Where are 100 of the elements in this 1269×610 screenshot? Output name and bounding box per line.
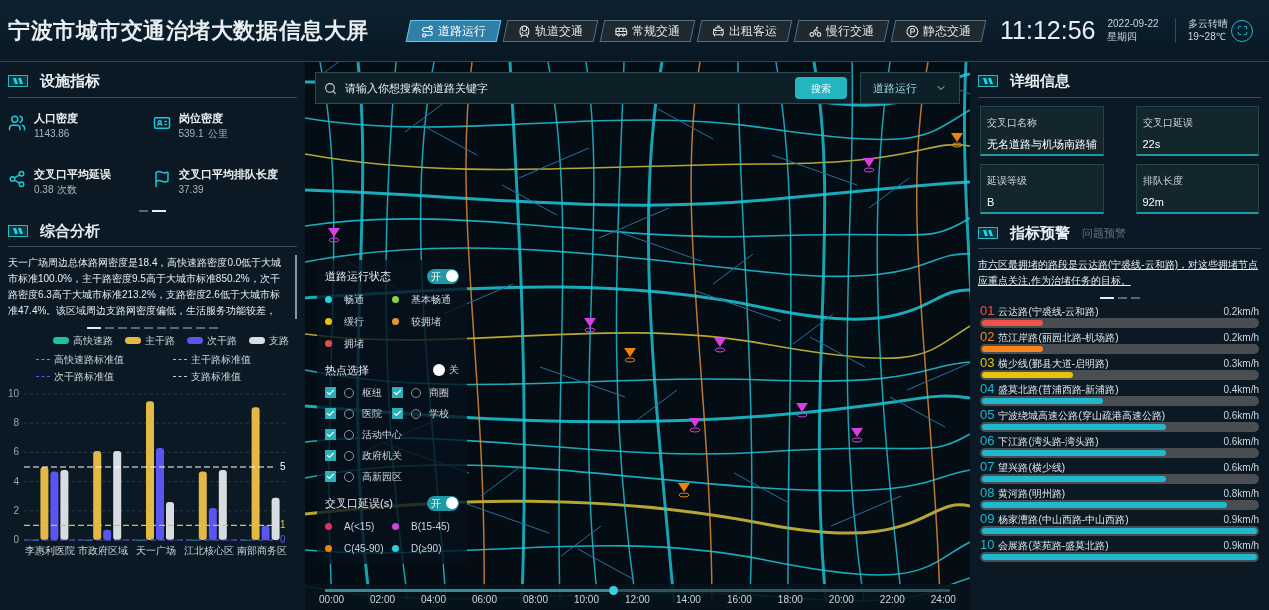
y-tick-label: 8 [13,417,19,429]
time-label: 16:00 [726,595,752,605]
hotspot-label: 学校 [429,407,449,421]
road-name: 会展路(菜苑路-盛莫北路) [998,541,1109,551]
speed-value: 0.6km/h [1223,411,1259,421]
rank-number: 08 [980,486,995,499]
y-tick-label: 4 [13,475,19,487]
speed-value: 0.3km/h [1223,359,1259,369]
hotspot-label: 活动中心 [362,428,402,442]
road-name: 杨家漕路(中山西路-中山西路) [998,515,1129,525]
x-axis-label: 市政府区域 [78,545,129,556]
metric-unit: 公里 [207,127,228,141]
time-label: 24:00 [930,595,956,605]
speed-value: 0.4km/h [1223,385,1259,395]
temperature-text: 19~28℃ [1187,30,1227,43]
speed-value: 0.6km/h [1223,463,1259,473]
reference-line: 5 [23,461,286,472]
speed-value: 0.2km/h [1223,333,1259,343]
delay-label: C(45-90) [344,541,384,556]
legend-title: 热点选择 [325,362,369,378]
delay-label: D(≥90) [411,541,442,556]
speed-value: 0.8km/h [1223,489,1259,499]
hotspot-label: 医院 [362,407,382,421]
metric-unit: 次数 [57,183,78,197]
page-title: 宁波市城市交通治堵大数据信息大屏 [8,17,370,45]
time-label: 10:00 [573,595,599,605]
date-text: 2022-09-22 [1107,18,1159,31]
legend-title: 交叉口延误(s) [325,496,393,511]
metric-value: 37.39 [178,183,204,197]
legend-label: 高快速路 [73,334,113,348]
road-name: 宁波绕城高速公路(穿山疏港高速公路) [998,411,1166,421]
delay-label: A(<15) [344,519,375,534]
reference-line: 1 [23,519,286,531]
legend-label: 次干路标准值 [54,370,114,384]
section-title: 设施指标 [40,71,100,91]
speed-value: 0.9km/h [1223,541,1259,551]
ref-line-label: 0 [280,534,286,545]
y-tick-label: 0 [13,534,19,545]
status-label: 基本畅通 [411,292,451,307]
rank-number: 05 [980,408,995,421]
status-label: 较拥堵 [411,314,441,329]
section-title: 综合分析 [40,220,100,241]
metric-value: 0.38 [34,183,54,197]
rank-number: 03 [980,356,995,369]
legend-label: 主干路标准值 [190,353,251,367]
road-name: 黄河路(明州路) [998,489,1066,499]
warning-paragraph: 市六区最拥堵的路段是云达路(宁裘线-云和路)，对这些拥堵节点应重点关注,作为治堵任务的目标。 [978,258,1259,288]
legend-label: 支路 [269,334,289,348]
detail-label: 交叉口延误 [1142,115,1194,130]
road-name: 横少线(鄞县大道-启明路) [998,359,1109,369]
x-axis-label: 江北核心区 [183,545,234,556]
metric-label: 交叉口平均排队长度 [178,166,278,182]
rank-number: 01 [980,304,995,317]
time-label: 04:00 [420,595,446,605]
legend-label: 主干路 [145,334,175,348]
time-label: 18:00 [777,595,803,605]
rank-number: 04 [980,382,995,395]
x-axis-label: 李惠利医院 [25,545,76,556]
y-tick-label: 10 [7,388,19,399]
weekday-text: 星期四 [1107,30,1139,43]
speed-value: 0.6km/h [1223,437,1259,447]
detail-label: 排队长度 [1142,173,1184,188]
hotspot-label: 高新园区 [362,470,402,484]
y-tick-label: 6 [13,446,19,458]
delay-label: B(15-45) [411,519,450,534]
legend-label: 次干路 [207,334,237,348]
status-label: 畅通 [344,292,364,307]
ref-line-label: 5 [280,461,286,472]
detail-value: 无名道路与机场南路辅 [987,136,1097,152]
rank-number: 10 [980,538,995,551]
road-name: 盛莫北路(苜浦西路-新浦路) [998,385,1119,395]
x-axis-label: 天一广场 [136,545,176,556]
x-axis-label: 南部商务区 [236,545,287,556]
speed-value: 0.2km/h [1223,307,1259,317]
status-label: 缓行 [344,314,364,329]
hotspot-label: 政府机关 [362,449,402,463]
hotspot-label: 商圈 [429,386,449,400]
detail-label: 交叉口名称 [987,115,1038,130]
time-label: 00:00 [319,595,345,605]
detail-value: 22s [1142,136,1162,152]
road-name: 下江路(湾头路-湾头路) [998,437,1099,447]
time-label: 22:00 [879,595,905,605]
ref-line-label: 1 [280,519,286,531]
time-label: 06:00 [471,595,497,605]
hotspot-label: 枢纽 [362,386,382,400]
reference-line: 0 [23,534,286,545]
rank-number: 06 [980,434,995,447]
metric-label: 交叉口平均延误 [34,166,111,182]
metric-value: 1143.86 [34,127,70,141]
metric-label: 岗位密度 [178,110,224,126]
status-label: 拥堵 [344,336,364,351]
legend-title: 道路运行状态 [325,269,391,284]
weather-text: 多云转晴 [1187,18,1228,31]
legend-label: 支路标准值 [190,370,241,384]
time-label: 08:00 [522,595,548,605]
road-name: 范江岸路(丽园北路-机场路) [998,333,1119,343]
speed-value: 0.9km/h [1223,515,1259,525]
rank-number: 07 [980,460,995,473]
rank-number: 02 [980,330,995,343]
detail-label: 延误等级 [987,173,1028,188]
